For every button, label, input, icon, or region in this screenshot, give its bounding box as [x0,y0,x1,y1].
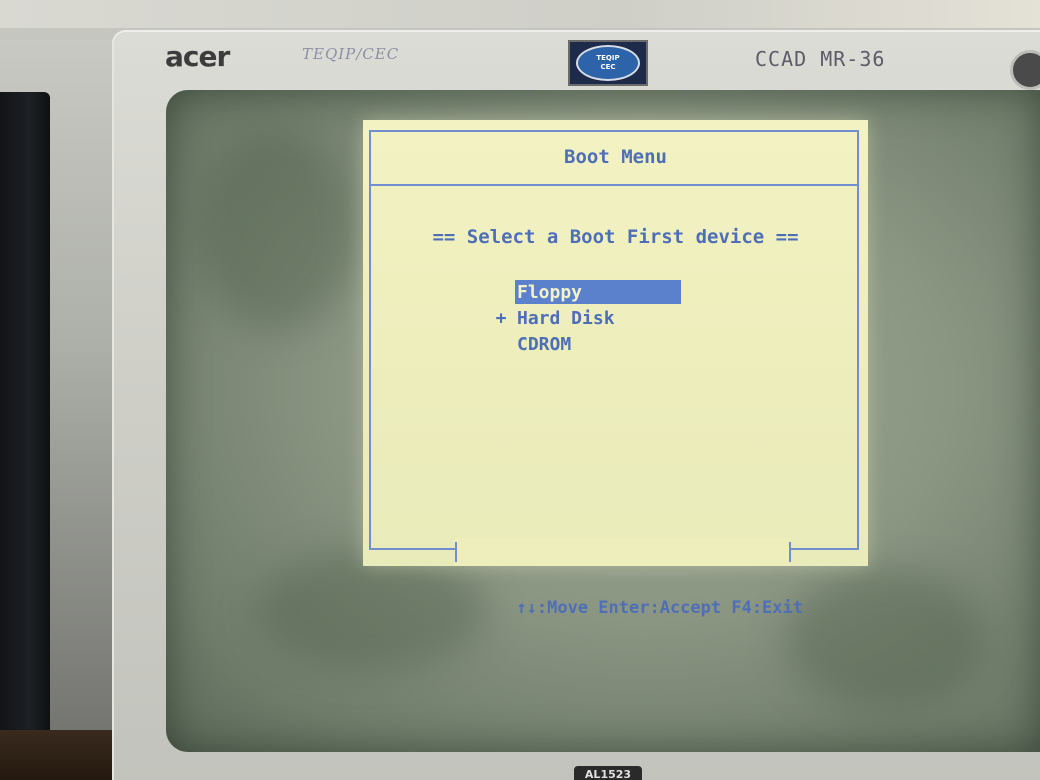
sticker-logo: TEQIP CEC [576,45,640,81]
photo-scene: acer TEQIP/CEC TEQIP CEC CCAD MR-36 AL15… [0,0,1040,780]
monitor-brand-logo: acer [165,40,230,73]
institution-sticker: TEQIP CEC [568,40,648,86]
speaker [0,92,50,752]
screen-smudge [786,570,986,710]
boot-menu-title: Boot Menu [564,146,667,168]
boot-option-floppy[interactable]: Floppy [491,280,691,306]
screen-smudge [256,550,486,670]
boot-option-hard-disk[interactable]: + Hard Disk [491,306,691,332]
monitor-model-tag: AL1523 [574,766,642,780]
screen-smudge [196,130,356,330]
title-divider [369,184,859,186]
boot-option-marker: + [495,308,507,329]
background-wall [0,0,1040,28]
sticker-top-text: TEQIP [596,54,620,62]
monitor-label-right: CCAD MR-36 [755,47,886,71]
boot-device-prompt: == Select a Boot First device == [432,226,799,248]
key-help-footer: ↑↓:Move Enter:Accept F4:Exit [455,538,803,618]
boot-device-list: Floppy + Hard Disk CDROM [491,280,691,358]
key-help-text: ↑↓:Move Enter:Accept F4:Exit [516,598,803,618]
boot-option-label: CDROM [517,334,572,355]
boot-menu-window: Boot Menu == Select a Boot First device … [363,120,868,618]
boot-option-label: Floppy [515,280,681,304]
footer-divider-left [455,542,457,562]
footer-divider-right [789,542,791,562]
sticker-bottom-text: CEC [600,63,616,71]
desk [0,730,130,780]
boot-option-label: Hard Disk [517,308,615,329]
boot-option-cdrom[interactable]: CDROM [491,332,691,358]
monitor-label-left: TEQIP/CEC [302,45,400,63]
